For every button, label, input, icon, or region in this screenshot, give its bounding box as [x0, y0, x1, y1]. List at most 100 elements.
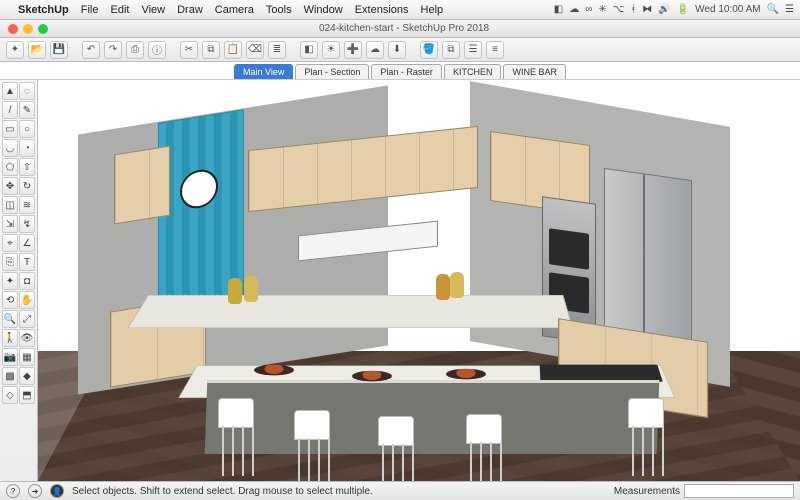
scene-tab-plan-raster[interactable]: Plan - Raster — [371, 64, 442, 79]
toolbar-redo-button[interactable]: ↷ — [104, 41, 122, 59]
toolbar-paint-button[interactable]: 🪣 — [420, 41, 438, 59]
tool-offset[interactable]: ↯ — [19, 215, 35, 233]
toolbar-cut-button[interactable]: ✂ — [180, 41, 198, 59]
scene-place-setting — [254, 365, 295, 376]
toolbar-erase-button[interactable]: ⌫ — [246, 41, 264, 59]
main-toolbar: ✦📂💾↶↷⎙ⓘ✂⧉📋⌫≣◧☀➕☁⬇🪣⧉☰≡ — [0, 38, 800, 62]
status-tray-icon[interactable]: ☁ — [569, 4, 579, 15]
tool-solid-a[interactable]: ◇ — [2, 386, 18, 404]
tool-rectangle[interactable]: ◡ — [2, 139, 18, 157]
tool-select[interactable]: ▲ — [2, 82, 18, 100]
scene-place-setting — [446, 369, 487, 380]
signin-icon[interactable]: 👤 — [50, 484, 64, 498]
toolbar-new-button[interactable]: ✦ — [6, 41, 24, 59]
scene-bar-stool — [624, 398, 668, 476]
wifi-icon[interactable]: ⧓ — [642, 4, 652, 15]
window-close-button[interactable] — [8, 24, 18, 34]
bluetooth-icon[interactable]: ᚼ — [630, 4, 636, 15]
tool-tape[interactable]: ∠ — [19, 234, 35, 252]
status-tray-icon[interactable]: ◧ — [554, 4, 563, 15]
toolbar-layout-button[interactable]: ≡ — [486, 41, 504, 59]
menu-edit[interactable]: Edit — [110, 4, 129, 16]
menu-view[interactable]: View — [141, 4, 165, 16]
tool-protractor[interactable]: ⎘ — [2, 253, 18, 271]
toolbar-print-button[interactable]: ⎙ — [126, 41, 144, 59]
status-tray-icon[interactable]: ✳ — [598, 4, 606, 15]
tool-eraser[interactable]: / — [2, 101, 18, 119]
tool-dimension[interactable]: T — [19, 253, 35, 271]
toolbar-layers-button[interactable]: ≣ — [268, 41, 286, 59]
notifications-icon[interactable]: ☰ — [785, 4, 794, 15]
app-name[interactable]: SketchUp — [18, 4, 69, 16]
window-minimize-button[interactable] — [23, 24, 33, 34]
toolbar-ext-warehouse-button[interactable]: ⬇ — [388, 41, 406, 59]
battery-icon[interactable]: 🔋 — [677, 4, 689, 15]
menu-file[interactable]: File — [81, 4, 99, 16]
scene-tab-kitchen[interactable]: KITCHEN — [444, 64, 502, 79]
tool-position-camera[interactable]: ▦ — [19, 348, 35, 366]
toolbar-3d-warehouse-button[interactable]: ☁ — [366, 41, 384, 59]
scene-decor-vase — [450, 272, 464, 298]
measurements-input[interactable] — [684, 484, 794, 498]
toolbar-scene-add-button[interactable]: ➕ — [344, 41, 362, 59]
status-tray-icon[interactable]: ⌥ — [613, 4, 625, 15]
tool-solid-b[interactable]: ⬒ — [19, 386, 35, 404]
spotlight-icon[interactable]: 🔍 — [767, 4, 779, 15]
tool-look[interactable]: 📷 — [2, 348, 18, 366]
menu-tools[interactable]: Tools — [266, 4, 292, 16]
tool-zoom-extents[interactable]: 🚶 — [2, 329, 18, 347]
tool-freehand[interactable]: ○ — [19, 120, 35, 138]
toolbar-paste-button[interactable]: 📋 — [224, 41, 242, 59]
model-viewport[interactable] — [38, 80, 800, 481]
menu-extensions[interactable]: Extensions — [355, 4, 409, 16]
tool-circle[interactable]: ◔ — [19, 139, 35, 157]
tool-followme[interactable]: ⌖ — [2, 234, 18, 252]
toolbar-model-info-button[interactable]: ⓘ — [148, 41, 166, 59]
tool-section[interactable]: ⟲ — [2, 291, 18, 309]
toolbar-save-button[interactable]: 💾 — [50, 41, 68, 59]
tool-polygon[interactable]: ✥ — [2, 177, 18, 195]
scene-tab-plan-section[interactable]: Plan - Section — [295, 64, 369, 79]
tool-scale[interactable]: ⇲ — [2, 215, 18, 233]
scene-tab-wine-bar[interactable]: WINE BAR — [503, 64, 566, 79]
toolbar-components-button[interactable]: ⧉ — [442, 41, 460, 59]
tool-orbit[interactable]: ✋ — [19, 291, 35, 309]
volume-icon[interactable]: 🔊 — [658, 4, 670, 15]
tool-move[interactable]: ◫ — [2, 196, 18, 214]
macos-menubar: SketchUp File Edit View Draw Camera Tool… — [0, 0, 800, 20]
tool-sandbox-b[interactable]: ◆ — [19, 367, 35, 385]
tool-walk[interactable]: 👁 — [19, 329, 35, 347]
scene-bar-stool — [462, 414, 506, 481]
scene-island-front — [205, 380, 660, 454]
credits-icon[interactable]: ➜ — [28, 484, 42, 498]
clock[interactable]: Wed 10:00 AM — [695, 4, 760, 15]
scene-tab-main-view[interactable]: Main View — [234, 64, 293, 79]
tool-text[interactable]: ✦ — [2, 272, 18, 290]
status-tray-icon[interactable]: ∞ — [585, 4, 592, 15]
tool-zoom[interactable]: ⤢ — [19, 310, 35, 328]
tool-pan[interactable]: 🔍 — [2, 310, 18, 328]
menu-draw[interactable]: Draw — [177, 4, 203, 16]
tool-pie[interactable]: ⇧ — [19, 158, 35, 176]
tool-sandbox-a[interactable]: ▩ — [2, 367, 18, 385]
toolbar-undo-button[interactable]: ↶ — [82, 41, 100, 59]
tool-paint[interactable]: ✎ — [19, 101, 35, 119]
toolbar-shadows-button[interactable]: ☀ — [322, 41, 340, 59]
menu-window[interactable]: Window — [304, 4, 343, 16]
menu-camera[interactable]: Camera — [215, 4, 254, 16]
tool-axes[interactable]: ◘ — [19, 272, 35, 290]
tool-pushpull[interactable]: ↻ — [19, 177, 35, 195]
scene-upper-cabinet — [114, 146, 170, 225]
tool-arc[interactable]: ⬠ — [2, 158, 18, 176]
toolbar-styles-button[interactable]: ◧ — [300, 41, 318, 59]
tool-lasso[interactable]: ◌ — [19, 82, 35, 100]
tool-palette: ▲◌/✎▭○◡◔⬠⇧✥↻◫≋⇲↯⌖∠⎘T✦◘⟲✋🔍⤢🚶👁📷▦▩◆◇⬒ — [0, 80, 38, 481]
toolbar-outliner-button[interactable]: ☰ — [464, 41, 482, 59]
window-zoom-button[interactable] — [38, 24, 48, 34]
toolbar-open-button[interactable]: 📂 — [28, 41, 46, 59]
toolbar-copy-button[interactable]: ⧉ — [202, 41, 220, 59]
geolocation-icon[interactable]: ? — [6, 484, 20, 498]
tool-line[interactable]: ▭ — [2, 120, 18, 138]
menu-help[interactable]: Help — [421, 4, 444, 16]
tool-rotate[interactable]: ≋ — [19, 196, 35, 214]
